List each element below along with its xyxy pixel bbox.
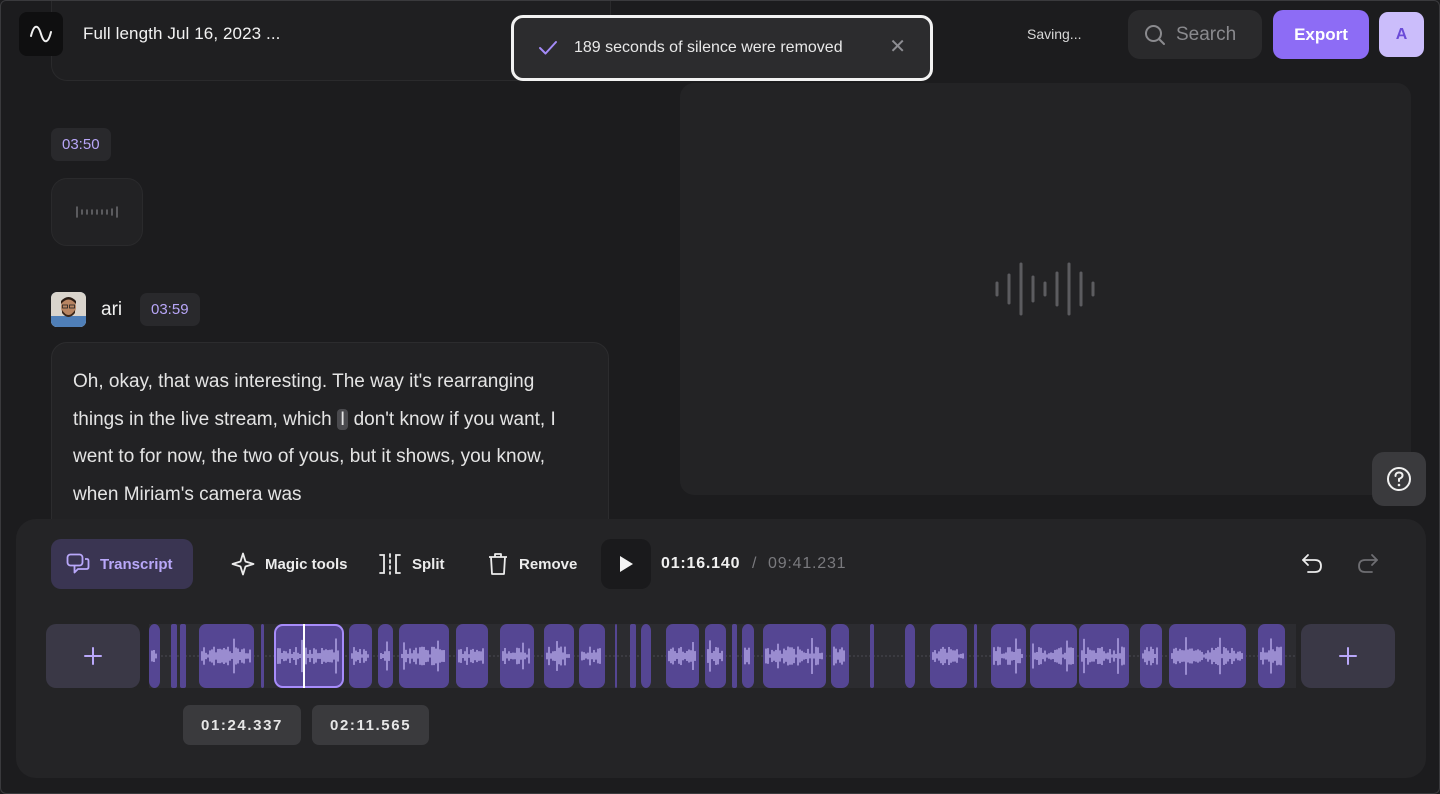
timeline-clip[interactable]: [630, 624, 636, 688]
magic-tools-label: Magic tools: [265, 555, 348, 573]
selection-end-time: 02:11.565: [312, 705, 430, 745]
waveform-icon: [76, 206, 118, 218]
timeline-clip[interactable]: [870, 624, 874, 688]
timeline-clip[interactable]: [641, 624, 651, 688]
silence-block[interactable]: [51, 178, 143, 246]
save-status: Saving...: [1027, 26, 1082, 42]
document-title[interactable]: Full length Jul 16, 2023 ...: [83, 24, 280, 44]
help-button[interactable]: [1372, 452, 1426, 506]
toast-notification: 189 seconds of silence were removed ✕: [511, 15, 933, 81]
split-label: Split: [412, 555, 445, 573]
undo-icon[interactable]: [1300, 552, 1324, 581]
speaker-name[interactable]: ari: [101, 299, 122, 321]
timeline-clip[interactable]: [261, 624, 264, 688]
play-button[interactable]: [601, 539, 651, 589]
speaker-timestamp[interactable]: 03:59: [140, 293, 200, 326]
trash-icon: [489, 553, 507, 575]
speaker-avatar: [51, 292, 86, 327]
search-icon: [1145, 24, 1165, 45]
transcript-paragraph[interactable]: Oh, okay, that was interesting. The way …: [51, 342, 609, 542]
sparkle-icon: [231, 552, 255, 576]
transcript-tab[interactable]: Transcript: [51, 539, 193, 589]
chat-bubbles-icon: [66, 553, 90, 574]
remove-button[interactable]: Remove: [487, 552, 577, 576]
search-label: Search: [1176, 23, 1237, 45]
question-icon: [1387, 467, 1411, 491]
silence-timestamp[interactable]: 03:50: [51, 128, 111, 161]
timeline-clip[interactable]: [275, 624, 343, 688]
editor-panel: Transcript Magic tools Split Remove 01:1…: [16, 519, 1426, 778]
timeline-clip[interactable]: [742, 624, 754, 688]
redo-icon[interactable]: [1356, 552, 1380, 581]
timeline-clip[interactable]: [171, 624, 177, 688]
magic-tools-button[interactable]: Magic tools: [231, 552, 348, 576]
export-button[interactable]: Export: [1273, 10, 1369, 59]
logo-icon[interactable]: [19, 12, 63, 56]
search-button[interactable]: Search: [1128, 10, 1262, 59]
current-time: 01:16.140: [661, 555, 741, 572]
close-icon[interactable]: ✕: [889, 37, 906, 57]
add-clip-before-button[interactable]: [46, 624, 140, 688]
plus-icon: [1339, 647, 1357, 665]
time-separator: /: [752, 555, 757, 572]
timeline-clip[interactable]: [180, 624, 186, 688]
timeline-clip[interactable]: [905, 624, 915, 688]
transcript-label: Transcript: [100, 555, 173, 573]
timeline-clip[interactable]: [615, 624, 617, 688]
media-preview: [680, 83, 1411, 495]
remove-label: Remove: [519, 555, 578, 573]
play-icon: [620, 556, 633, 572]
user-avatar[interactable]: A: [1379, 12, 1424, 57]
timeline-clip[interactable]: [732, 624, 737, 688]
timeline-track[interactable]: [149, 624, 1296, 688]
toast-message: 189 seconds of silence were removed: [574, 39, 843, 56]
selection-start-time: 01:24.337: [183, 705, 301, 745]
app-window: Full length Jul 16, 2023 ... Saving... S…: [0, 0, 1440, 794]
total-duration: 09:41.231: [768, 555, 847, 572]
split-icon: [379, 553, 401, 575]
transcript-cursor-word[interactable]: I: [337, 408, 349, 430]
add-clip-after-button[interactable]: [1301, 624, 1395, 688]
split-button[interactable]: Split: [378, 552, 445, 576]
timeline-clip[interactable]: [974, 624, 977, 688]
check-icon: [539, 41, 557, 55]
audio-waveform-icon: [995, 262, 1094, 316]
plus-icon: [84, 647, 102, 665]
